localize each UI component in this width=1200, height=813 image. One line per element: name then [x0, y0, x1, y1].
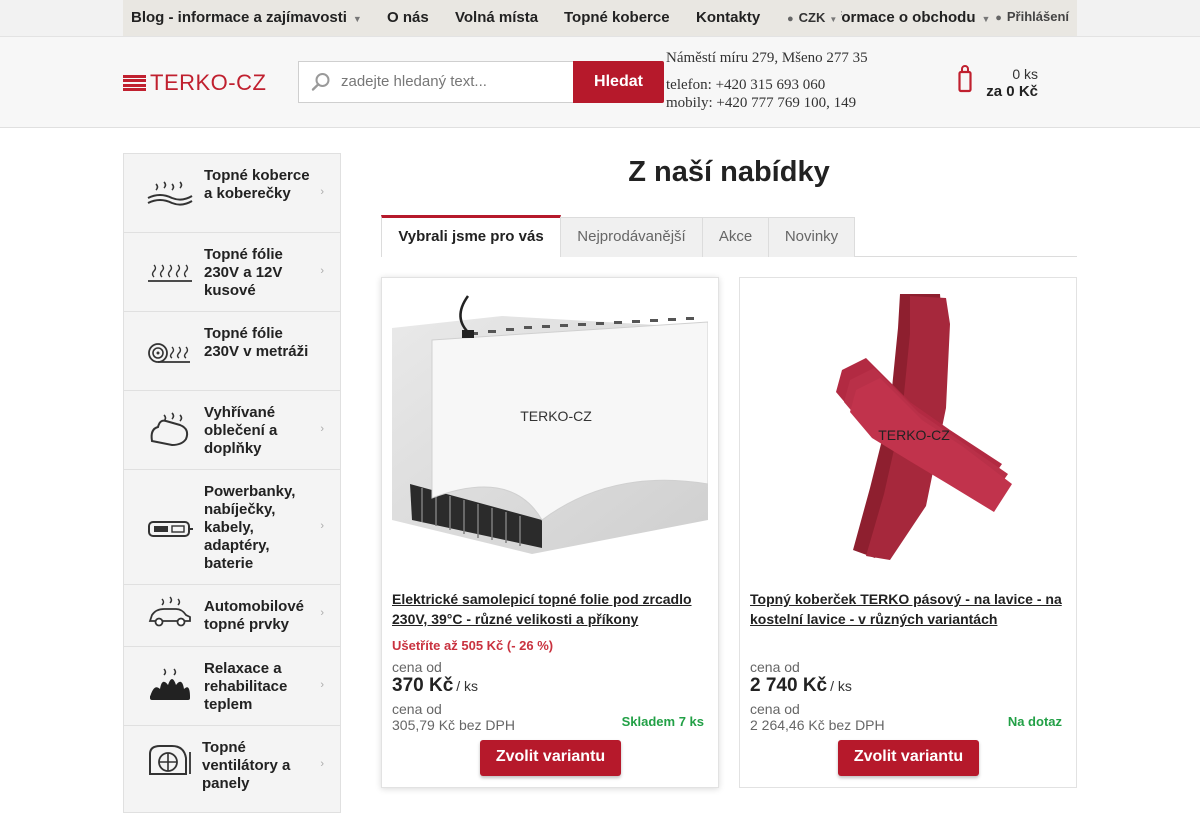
product-image-watermark: TERKO-CZ	[878, 427, 950, 443]
nav-item-kontakty[interactable]: Kontakty	[696, 0, 760, 36]
search-placeholder: zadejte hledaný text...	[341, 73, 487, 90]
net-price-label: cena od	[750, 701, 800, 717]
saving-badge: Ušetříte až 505 Kč (- 26 %)	[392, 638, 554, 653]
mobile-text[interactable]: mobily: +420 777 769 100, 149	[666, 94, 856, 112]
chevron-right-icon: ›	[320, 679, 324, 691]
chevron-down-icon: ▼	[829, 15, 838, 24]
category-label: Topné ventilátory a panely	[202, 739, 291, 792]
logo-mark-icon	[123, 74, 146, 92]
relax-heat-icon	[150, 668, 190, 700]
nav-item-label: Informace o obchodu	[823, 9, 976, 26]
price-value: 2 740 Kč	[750, 675, 828, 696]
top-bar: Blog - informace a zajímavosti ▼ O nás Vo…	[0, 0, 1200, 37]
price-unit: / ks	[830, 678, 852, 694]
tab-vybrali-jsme[interactable]: Vybrali jsme pro vás	[381, 215, 561, 257]
tab-novinky[interactable]: Novinky	[768, 217, 855, 257]
heating-carpet-icon	[147, 181, 193, 206]
net-price-label: cena od	[392, 701, 442, 717]
price-value: 370 Kč	[392, 675, 454, 696]
currency-selector[interactable]: ● CZK ▼	[787, 8, 842, 28]
category-label: Relaxace a rehabilitace teplem	[204, 660, 288, 713]
tab-akce[interactable]: Akce	[702, 217, 769, 257]
heated-glove-icon	[150, 412, 189, 447]
search-input[interactable]: zadejte hledaný text...	[298, 61, 574, 103]
cart-count: 0 ks	[1012, 66, 1038, 82]
cart-icon	[958, 65, 972, 93]
category-relaxace[interactable]: Relaxace a rehabilitace teplem ›	[124, 647, 340, 726]
category-ventilatory[interactable]: Topné ventilátory a panely ›	[124, 726, 340, 812]
chevron-right-icon: ›	[320, 186, 324, 198]
category-label: Topné fólie 230V a 12V kusové	[204, 246, 283, 299]
phone-text[interactable]: telefon: +420 315 693 060	[666, 76, 825, 94]
choose-variant-button[interactable]: Zvolit variantu	[480, 740, 621, 776]
address-text: Náměstí míru 279, Mšeno 277 35	[666, 50, 868, 66]
fan-heater-icon	[149, 745, 191, 775]
chevron-right-icon: ›	[320, 758, 324, 770]
product-card[interactable]: TERKO-CZ Elektrické samolepicí topné fol…	[381, 277, 719, 788]
chevron-down-icon: ▼	[981, 14, 991, 24]
nav-item-topne-koberce[interactable]: Topné koberce	[564, 0, 670, 36]
product-price: 2 740 Kč / ks	[750, 675, 852, 697]
header: TERKO-CZ zadejte hledaný text... Hledat …	[0, 37, 1200, 128]
chevron-right-icon: ›	[320, 607, 324, 619]
price-label: cena od	[750, 659, 800, 675]
nav-item-informace[interactable]: Informace o obchodu ▼	[823, 0, 990, 36]
tab-nejprodavanejsi[interactable]: Nejprodávanější	[560, 217, 703, 257]
price-unit: / ks	[456, 678, 479, 694]
product-price: 370 Kč / ks	[392, 675, 478, 697]
stock-status: Skladem 7 ks	[621, 714, 704, 729]
product-image-watermark: TERKO-CZ	[520, 408, 592, 424]
cart-summary[interactable]: 0 ks za 0 Kč	[958, 61, 1040, 105]
login-label: Přihlášení	[1006, 9, 1069, 24]
chevron-right-icon: ›	[320, 423, 324, 435]
search-button[interactable]: Hledat	[573, 61, 664, 103]
category-automobilove[interactable]: Automobilové topné prvky ›	[124, 585, 340, 647]
price-label: cena od	[392, 659, 442, 675]
chevron-right-icon: ›	[320, 265, 324, 277]
currency-label: CZK	[798, 10, 826, 25]
foil-roll-icon	[148, 343, 190, 363]
site-logo[interactable]: TERKO-CZ	[123, 70, 267, 95]
category-topne-folie-kusove[interactable]: Topné fólie 230V a 12V kusové ›	[124, 233, 340, 312]
net-price: 2 264,46 Kč bez DPH	[750, 717, 885, 733]
search-icon	[311, 73, 330, 91]
product-tabs: Vybrali jsme pro vás Nejprodávanější Akc…	[381, 215, 1077, 257]
category-topne-koberce[interactable]: Topné koberce a koberečky ›	[124, 154, 340, 233]
product-image[interactable]: TERKO-CZ	[392, 288, 708, 570]
category-topne-folie-metraz[interactable]: Topné fólie 230V v metráži	[124, 312, 340, 391]
page-title: Z naší nabídky	[628, 156, 830, 188]
category-label: Powerbanky, nabíječky, kabely, adaptéry,…	[204, 483, 296, 572]
cart-total: za 0 Kč	[986, 83, 1038, 100]
category-label: Topné fólie 230V v metráži	[204, 325, 309, 360]
product-name-link[interactable]: Topný koberček TERKO pásový - na lavice …	[750, 589, 1068, 629]
nav-item-blog[interactable]: Blog - informace a zajímavosti ▼	[131, 0, 362, 36]
category-label: Automobilové topné prvky	[204, 598, 304, 633]
chevron-down-icon: ▼	[352, 14, 362, 24]
category-powerbanky[interactable]: Powerbanky, nabíječky, kabely, adaptéry,…	[124, 470, 340, 585]
logo-text: TERKO-CZ	[150, 70, 267, 95]
stock-status: Na dotaz	[1007, 714, 1062, 729]
globe-icon: ●	[787, 13, 794, 25]
net-price: 305,79 Kč bez DPH	[392, 717, 515, 733]
category-sidebar: Topné koberce a koberečky › Topné fólie …	[123, 153, 341, 813]
login-link[interactable]: ● Přihlášení	[995, 0, 1069, 36]
choose-variant-button[interactable]: Zvolit variantu	[838, 740, 979, 776]
chevron-right-icon: ›	[320, 520, 324, 532]
product-card[interactable]: TERKO-CZ Topný koberček TERKO pásový - n…	[739, 277, 1077, 788]
user-icon: ●	[995, 12, 1002, 24]
category-vyhrivane-obleceni[interactable]: Vyhřívané oblečení a doplňky ›	[124, 391, 340, 470]
powerbank-icon	[148, 521, 193, 537]
car-heating-icon	[148, 596, 191, 627]
category-label: Vyhřívané oblečení a doplňky	[204, 404, 278, 457]
nav-item-o-nas[interactable]: O nás	[387, 0, 429, 36]
heating-foil-icon	[148, 264, 192, 282]
product-image[interactable]: TERKO-CZ	[750, 288, 1066, 570]
top-navigation: Blog - informace a zajímavosti ▼ O nás Vo…	[123, 0, 1077, 36]
search-form: zadejte hledaný text... Hledat	[298, 61, 664, 103]
nav-item-volna-mista[interactable]: Volná místa	[455, 0, 538, 36]
product-name-link[interactable]: Elektrické samolepicí topné folie pod zr…	[392, 589, 710, 629]
category-label: Topné koberce a koberečky	[204, 167, 310, 202]
nav-item-label: Blog - informace a zajímavosti	[131, 9, 347, 26]
